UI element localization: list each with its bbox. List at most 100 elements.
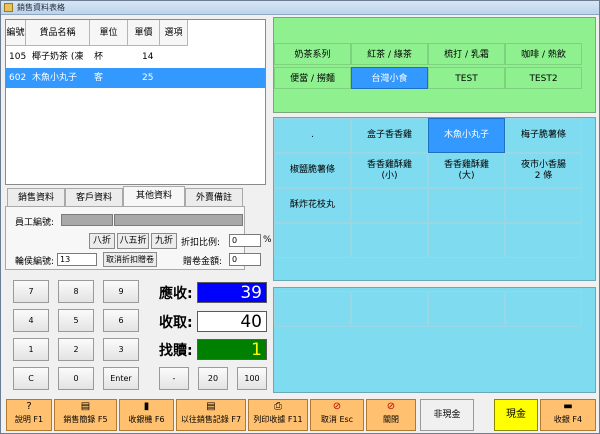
- item-button[interactable]: 梅子脆薯條: [505, 118, 582, 153]
- tab-other-info[interactable]: 其他資料: [123, 186, 185, 206]
- round-number-label: 輪侯編號:: [15, 257, 55, 267]
- item-label: 椒鹽脆薯條: [289, 165, 335, 175]
- item-button[interactable]: [505, 188, 582, 223]
- item-button[interactable]: 香香雞酥雞 (大): [428, 153, 505, 188]
- tab-sales-info[interactable]: 銷售資料: [7, 188, 65, 206]
- change-label: 找贖:: [159, 343, 193, 359]
- cashbox-label: 收銀機 F6: [128, 415, 165, 424]
- coupon-amount-field[interactable]: 0: [229, 253, 261, 266]
- change-amount: 1: [197, 339, 267, 360]
- tab-takeaway-notes[interactable]: 外賣備註: [185, 188, 243, 206]
- item-button[interactable]: 椒鹽脆薯條: [274, 153, 351, 188]
- key-2[interactable]: 2: [58, 338, 94, 361]
- category-milk-tea[interactable]: 奶茶系列: [274, 43, 351, 65]
- row-unit: 客: [94, 73, 104, 83]
- key-9[interactable]: 9: [103, 280, 139, 303]
- discount-90-button[interactable]: 九折: [151, 233, 177, 249]
- key-20[interactable]: 20: [198, 367, 228, 390]
- item-button[interactable]: [505, 223, 582, 258]
- close-button[interactable]: ⊘ 關閉: [366, 399, 416, 431]
- key-minus[interactable]: -: [159, 367, 189, 390]
- key-3[interactable]: 3: [103, 338, 139, 361]
- sales-history-button[interactable]: ▤ 以往銷售記錄 F7: [176, 399, 246, 431]
- sales-brief-button[interactable]: ▤ 銷售簡錄 F5: [54, 399, 117, 431]
- discount-ratio-field[interactable]: 0: [229, 234, 261, 247]
- title-bar: 銷售資料表格: [1, 1, 599, 15]
- key-5[interactable]: 5: [58, 309, 94, 332]
- tab-customer-info[interactable]: 客戶資料: [65, 188, 123, 206]
- table-row[interactable]: 105 椰子奶茶 (凍 杯 14: [6, 47, 265, 67]
- cashbox-button[interactable]: ▮ 收銀機 F6: [119, 399, 174, 431]
- item-label: 酥炸花枝丸: [289, 200, 335, 210]
- option-button[interactable]: [428, 291, 505, 327]
- row-name: 椰子奶茶 (凍: [32, 52, 84, 62]
- received-amount[interactable]: 40: [197, 311, 267, 332]
- key-clear[interactable]: C: [13, 367, 49, 390]
- col-header-name: 貨品名稱: [26, 20, 90, 46]
- item-button[interactable]: [428, 188, 505, 223]
- print-receipt-button[interactable]: ⎙ 列印收據 F11: [248, 399, 308, 431]
- item-label: .: [311, 130, 314, 140]
- key-0[interactable]: 0: [58, 367, 94, 390]
- key-8[interactable]: 8: [58, 280, 94, 303]
- help-button[interactable]: ? 說明 F1: [6, 399, 52, 431]
- history-icon: ▤: [206, 401, 216, 412]
- category-taiwan-snacks[interactable]: 台灣小食: [351, 67, 428, 89]
- staff-label: 員工編號:: [15, 218, 55, 228]
- category-soda[interactable]: 梳打 / 乳霜: [428, 43, 505, 65]
- option-button[interactable]: [351, 291, 428, 327]
- col-header-option: 選項: [160, 20, 188, 46]
- cancel-discount-coupon-button[interactable]: 取消折扣贈卷: [103, 252, 157, 267]
- checkout-button[interactable]: ▬ 收銀 F4: [540, 399, 596, 431]
- staff-code-field[interactable]: [61, 214, 113, 226]
- key-1[interactable]: 1: [13, 338, 49, 361]
- item-button[interactable]: [351, 188, 428, 223]
- discount-85-button[interactable]: 八五折: [117, 233, 149, 249]
- item-button[interactable]: [351, 223, 428, 258]
- item-button[interactable]: 木魚小丸子: [428, 118, 505, 153]
- cancel-button[interactable]: ⊘ 取消 Esc: [310, 399, 364, 431]
- cash-button[interactable]: 現金: [494, 399, 538, 431]
- item-button[interactable]: 香香雞酥雞 (小): [351, 153, 428, 188]
- product-list[interactable]: 編號 貨品名稱 單位 單價 選項 105 椰子奶茶 (凍 杯 14 602 木魚…: [5, 19, 266, 185]
- item-label: 香香雞酥雞: [443, 159, 489, 170]
- col-header-code: 編號: [6, 20, 26, 46]
- print-receipt-label: 列印收據 F11: [253, 415, 303, 424]
- book-icon: ▤: [80, 401, 91, 412]
- item-label: 木魚小丸子: [443, 130, 489, 140]
- item-button[interactable]: [274, 223, 351, 258]
- category-test[interactable]: TEST: [428, 67, 505, 89]
- table-row[interactable]: 602 木魚小丸子 客 25: [6, 68, 265, 88]
- non-cash-button[interactable]: 非現金: [420, 399, 474, 431]
- category-coffee[interactable]: 咖啡 / 熱飲: [505, 43, 582, 65]
- category-bento[interactable]: 便當 / 撈麵: [274, 67, 351, 89]
- round-number-field[interactable]: 13: [57, 253, 97, 266]
- item-button[interactable]: [428, 223, 505, 258]
- row-unit: 杯: [94, 52, 104, 62]
- row-code: 105: [9, 52, 27, 62]
- key-enter[interactable]: Enter: [103, 367, 139, 390]
- key-4[interactable]: 4: [13, 309, 49, 332]
- category-test2[interactable]: TEST2: [505, 67, 582, 89]
- discount-80-button[interactable]: 八折: [89, 233, 115, 249]
- item-button[interactable]: 盒子香香雞: [351, 118, 428, 153]
- percent-label: %: [263, 235, 272, 245]
- item-size-label: (大): [458, 170, 475, 181]
- help-label: 說明 F1: [14, 415, 44, 424]
- item-button[interactable]: .: [274, 118, 351, 153]
- sales-brief-label: 銷售簡錄 F5: [63, 415, 108, 424]
- item-size-label: 2 條: [534, 170, 553, 181]
- key-7[interactable]: 7: [13, 280, 49, 303]
- key-100[interactable]: 100: [237, 367, 267, 390]
- item-label: 梅子脆薯條: [520, 130, 566, 140]
- cash-register-icon: ▬: [563, 401, 573, 412]
- option-button[interactable]: [274, 291, 351, 327]
- item-button[interactable]: 酥炸花枝丸: [274, 188, 351, 223]
- key-6[interactable]: 6: [103, 309, 139, 332]
- item-button[interactable]: 夜市小香腸 2 條: [505, 153, 582, 188]
- item-label: 香香雞酥雞: [366, 159, 412, 170]
- option-button[interactable]: [505, 291, 582, 327]
- category-tea[interactable]: 紅茶 / 綠茶: [351, 43, 428, 65]
- receivable-amount: 39: [197, 282, 267, 303]
- staff-name-field[interactable]: [114, 214, 243, 226]
